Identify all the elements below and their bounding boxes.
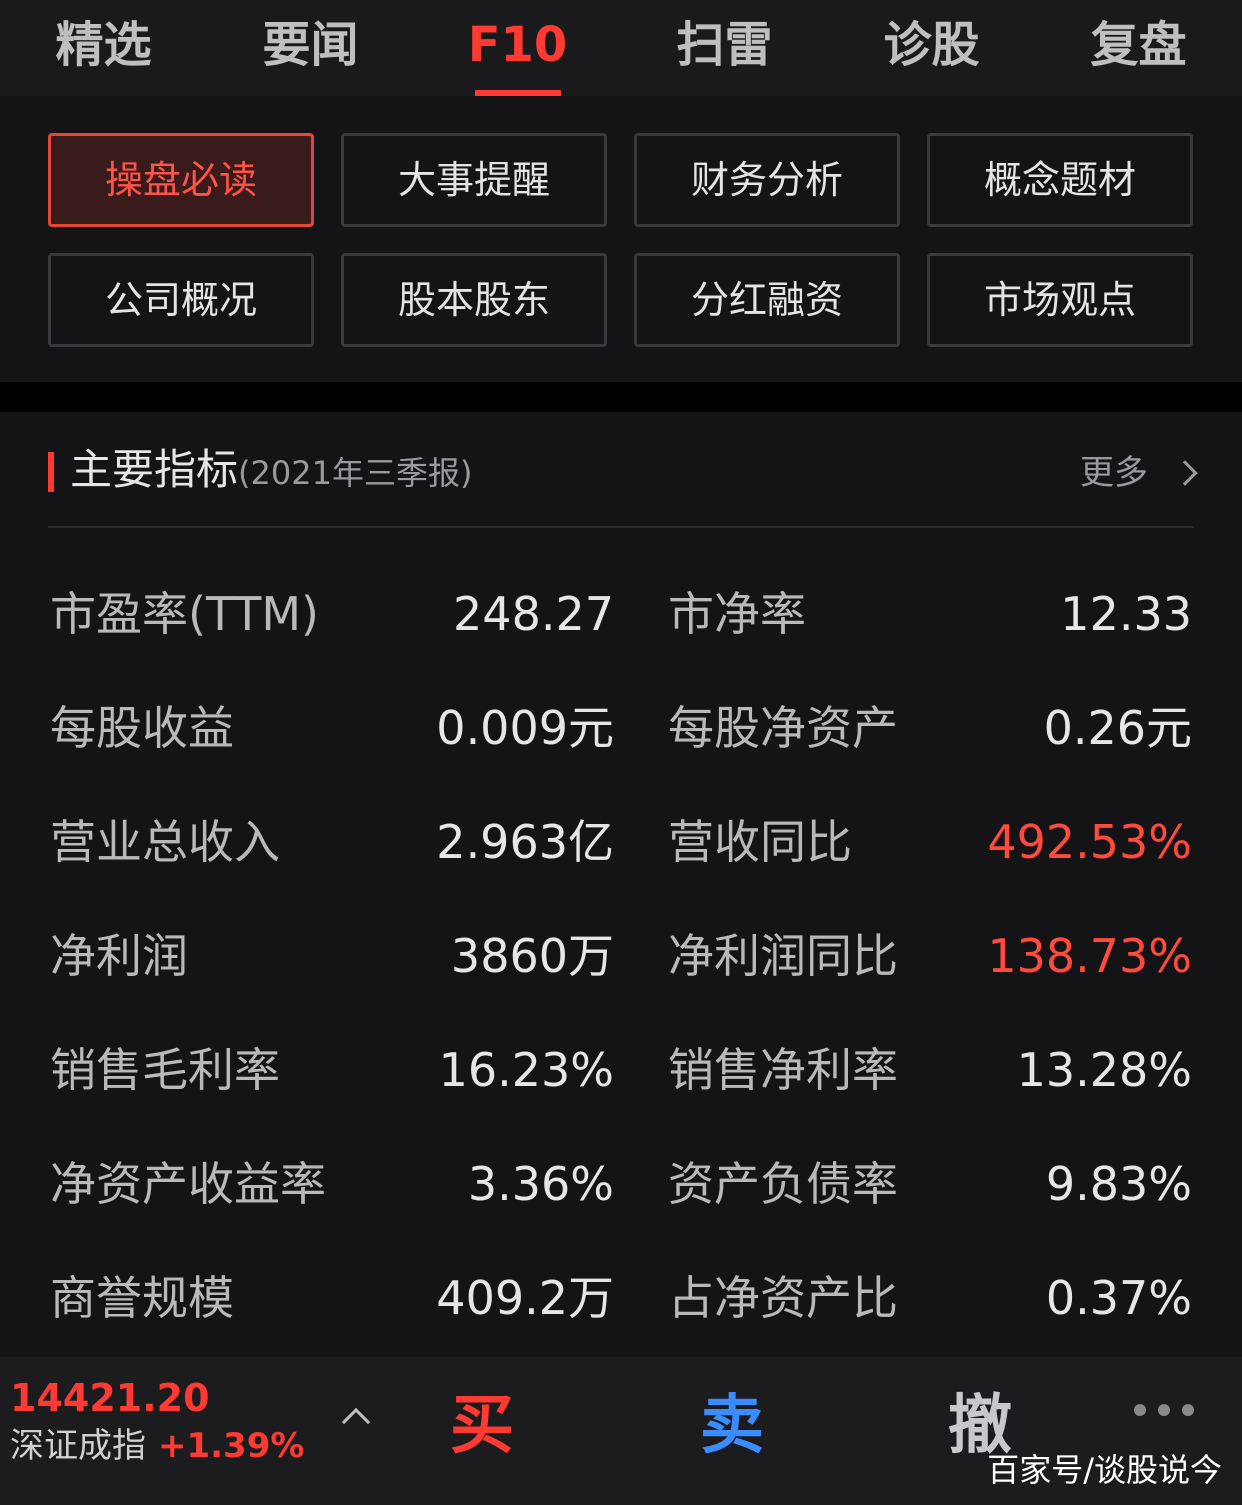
- section-underline: [48, 526, 1194, 528]
- chevron-right-icon: [1172, 460, 1198, 486]
- metric-value-positive: 492.53%: [987, 815, 1192, 869]
- metric-label: 商誉规模: [50, 1271, 234, 1325]
- metric-label: 销售净利率: [668, 1043, 898, 1097]
- metric-label: 营收同比: [668, 815, 852, 869]
- dot: [1134, 1404, 1146, 1416]
- tab-risk-scan[interactable]: 扫雷: [621, 0, 828, 96]
- main-indicators-panel: [0, 412, 1242, 1357]
- index-change: +1.39%: [158, 1426, 305, 1466]
- module-button-shareholders[interactable]: 股本股东: [341, 253, 607, 347]
- metric-value: 9.83%: [1045, 1157, 1192, 1211]
- more-dots-icon[interactable]: [1134, 1404, 1194, 1416]
- index-value[interactable]: 14421.20: [10, 1374, 210, 1422]
- metric-label: 净利润: [50, 929, 188, 983]
- metric-value-positive: 138.73%: [987, 929, 1192, 983]
- metric-label: 每股收益: [50, 701, 234, 755]
- metric-value: 248.27: [453, 587, 614, 641]
- metric-value: 3.36%: [467, 1157, 614, 1211]
- tab-f10[interactable]: F10: [414, 0, 621, 96]
- section-divider: [0, 382, 1242, 412]
- tab-review[interactable]: 复盘: [1035, 0, 1242, 96]
- more-label: 更多: [1080, 453, 1148, 493]
- section-title-text: 主要指标: [70, 445, 239, 494]
- metric-label: 占净资产比: [668, 1271, 898, 1325]
- watermark: 百家号/谈股说今: [987, 1451, 1222, 1489]
- more-link[interactable]: 更多: [1080, 448, 1198, 498]
- module-button-events[interactable]: 大事提醒: [341, 133, 607, 227]
- metric-label: 每股净资产: [668, 701, 898, 755]
- tab-diagnose[interactable]: 诊股: [828, 0, 1035, 96]
- metric-value: 0.37%: [1045, 1271, 1192, 1325]
- module-button-trading-must-read[interactable]: 操盘必读: [48, 133, 314, 227]
- section-subtitle: (2021年三季报): [238, 454, 473, 492]
- module-button-market-views[interactable]: 市场观点: [927, 253, 1193, 347]
- metric-label: 市净率: [668, 587, 806, 641]
- metric-label: 市盈率(TTM): [50, 587, 319, 641]
- metric-label: 净资产收益率: [50, 1157, 326, 1211]
- metric-label: 营业总收入: [50, 815, 280, 869]
- module-button-financial-analysis[interactable]: 财务分析: [634, 133, 900, 227]
- metric-value: 3860万: [450, 929, 614, 983]
- index-ticker[interactable]: 深证成指 +1.39%: [10, 1422, 304, 1470]
- metric-value: 0.26元: [1043, 701, 1192, 755]
- metric-value: 16.23%: [438, 1043, 614, 1097]
- index-name: 深证成指: [10, 1426, 146, 1466]
- dot: [1158, 1404, 1170, 1416]
- tab-selected[interactable]: 精选: [0, 0, 207, 96]
- dot: [1182, 1404, 1194, 1416]
- module-button-concepts[interactable]: 概念题材: [927, 133, 1193, 227]
- sell-button[interactable]: 卖: [700, 1386, 764, 1466]
- module-button-company-profile[interactable]: 公司概况: [48, 253, 314, 347]
- tab-news[interactable]: 要闻: [207, 0, 414, 96]
- metric-value: 12.33: [1060, 587, 1192, 641]
- metric-label: 净利润同比: [668, 929, 898, 983]
- top-tab-bar: 精选 要闻 F10 扫雷 诊股 复盘: [0, 0, 1242, 96]
- buy-button[interactable]: 买: [450, 1386, 514, 1466]
- metric-value: 0.009元: [436, 701, 614, 755]
- metric-value: 13.28%: [1016, 1043, 1192, 1097]
- metric-label: 销售毛利率: [50, 1043, 280, 1097]
- metric-label: 资产负债率: [668, 1157, 898, 1211]
- metric-value: 2.963亿: [436, 815, 614, 869]
- section-title: 主要指标(2021年三季报): [70, 442, 472, 501]
- section-accent-bar: [48, 452, 54, 492]
- module-button-dividends-financing[interactable]: 分红融资: [634, 253, 900, 347]
- metric-value: 409.2万: [436, 1271, 614, 1325]
